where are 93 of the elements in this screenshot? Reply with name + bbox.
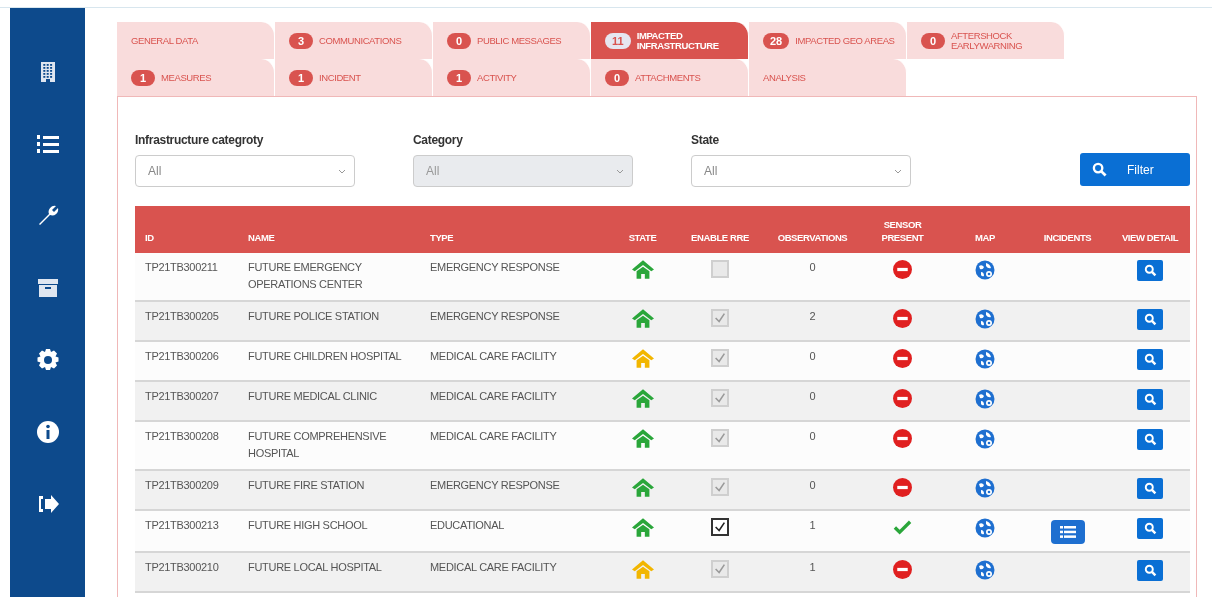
column-header: ID bbox=[135, 206, 238, 253]
checkmark-icon bbox=[713, 391, 727, 405]
column-header: NAME bbox=[238, 206, 420, 253]
search-icon bbox=[1143, 482, 1157, 495]
checkmark-icon bbox=[713, 431, 727, 445]
search-icon bbox=[1143, 433, 1157, 446]
column-header: STATE bbox=[610, 206, 675, 253]
column-header: ENABLE RRE bbox=[675, 206, 765, 253]
count-badge: 0 bbox=[921, 32, 945, 49]
info-icon[interactable] bbox=[35, 420, 60, 444]
globe-icon[interactable] bbox=[975, 518, 995, 538]
column-header: SENSOR PRESENT bbox=[860, 206, 945, 253]
search-icon bbox=[1143, 313, 1157, 326]
count-badge: 1 bbox=[131, 69, 155, 86]
filter-button[interactable]: Filter bbox=[1080, 153, 1190, 186]
checkmark-icon bbox=[713, 480, 727, 494]
tab[interactable]: 3 COMMUNICATIONS bbox=[275, 22, 433, 59]
table-cell: 1 bbox=[765, 552, 860, 592]
globe-icon[interactable] bbox=[975, 260, 995, 280]
tab[interactable]: 1 MEASURES bbox=[117, 59, 275, 96]
tab-label: IMPACTED GEO AREAS bbox=[795, 35, 895, 46]
tab[interactable]: 28 IMPACTED GEO AREAS bbox=[749, 22, 907, 59]
globe-icon[interactable] bbox=[975, 349, 995, 369]
count-badge: 1 bbox=[289, 69, 313, 86]
column-header: TYPE bbox=[420, 206, 610, 253]
table-cell: FUTURE LOCAL HOSPITAL bbox=[238, 552, 420, 592]
tab[interactable]: 0 AFTERSHOCK EARLYWARNING bbox=[907, 22, 1065, 59]
column-header: MAP bbox=[945, 206, 1025, 253]
search-icon bbox=[1143, 353, 1157, 366]
numbered-list-icon[interactable] bbox=[35, 132, 60, 156]
tab-label: GENERAL DATA bbox=[131, 35, 198, 46]
checkbox[interactable] bbox=[711, 518, 729, 536]
table-cell: TP21TB300210 bbox=[135, 552, 238, 592]
settings-icon[interactable] bbox=[35, 348, 60, 372]
globe-icon[interactable] bbox=[975, 309, 995, 329]
tab[interactable]: 0 ATTACHMENTS bbox=[591, 59, 749, 96]
table-cell: MEDICAL CARE FACILITY bbox=[420, 552, 610, 592]
view-detail-button[interactable] bbox=[1137, 478, 1163, 499]
tab[interactable]: 11 IMPACTED INFRASTRUCTURE bbox=[591, 22, 749, 59]
tab-label: MEASURES bbox=[161, 72, 212, 83]
count-badge: 3 bbox=[289, 32, 313, 49]
tab[interactable]: 1 INCIDENT bbox=[275, 59, 433, 96]
count-badge: 0 bbox=[447, 32, 471, 49]
view-detail-button[interactable] bbox=[1137, 429, 1163, 450]
count-badge: 0 bbox=[605, 69, 629, 86]
tab-label: ANALYSIS bbox=[763, 72, 806, 83]
tab-label: INCIDENT bbox=[319, 72, 361, 83]
checkmark-icon bbox=[713, 311, 727, 325]
globe-icon[interactable] bbox=[975, 478, 995, 498]
view-detail-button[interactable] bbox=[1137, 309, 1163, 330]
view-detail-button[interactable] bbox=[1137, 518, 1163, 539]
count-badge: 1 bbox=[447, 69, 471, 86]
tab-label: ATTACHMENTS bbox=[635, 72, 701, 83]
search-icon bbox=[1143, 264, 1157, 277]
select-field[interactable]: All bbox=[135, 155, 355, 187]
view-detail-button[interactable] bbox=[1137, 349, 1163, 370]
tab[interactable]: 0 PUBLIC MESSAGES bbox=[433, 22, 591, 59]
globe-icon[interactable] bbox=[975, 389, 995, 409]
search-icon bbox=[1143, 522, 1157, 535]
checkmark-icon bbox=[713, 351, 727, 365]
search-icon bbox=[1143, 564, 1157, 577]
column-header: OBSERVATIONS bbox=[765, 206, 860, 253]
tab-label: ACTIVITY bbox=[477, 72, 517, 83]
tab[interactable]: 1 ACTIVITY bbox=[433, 59, 591, 96]
tab-label: PUBLIC MESSAGES bbox=[477, 35, 562, 46]
count-badge: 28 bbox=[763, 32, 790, 49]
incidents-button[interactable] bbox=[1050, 520, 1085, 544]
column-header: VIEW DETAIL bbox=[1110, 206, 1190, 253]
list-icon bbox=[1059, 526, 1076, 538]
checkmark-icon bbox=[713, 520, 727, 534]
select-field[interactable]: All bbox=[691, 155, 911, 187]
chevron-down-icon bbox=[616, 168, 624, 174]
filter-label: Infrastructure categroty bbox=[135, 133, 265, 147]
checkmark-icon bbox=[713, 562, 727, 576]
search-icon bbox=[1143, 393, 1157, 406]
count-badge: 11 bbox=[605, 32, 631, 49]
tab[interactable]: ANALYSIS bbox=[749, 59, 907, 96]
tab-label: COMMUNICATIONS bbox=[319, 35, 402, 46]
tab[interactable]: GENERAL DATA bbox=[117, 22, 275, 59]
filter-label: State bbox=[691, 133, 720, 147]
filter-label: Category bbox=[413, 133, 464, 147]
view-detail-button[interactable] bbox=[1137, 260, 1163, 281]
tab-label: AFTERSHOCK EARLYWARNING bbox=[951, 31, 1024, 50]
chevron-down-icon bbox=[338, 168, 346, 174]
globe-icon[interactable] bbox=[975, 429, 995, 449]
tab-label: IMPACTED INFRASTRUCTURE bbox=[636, 31, 720, 50]
chevron-down-icon bbox=[894, 168, 902, 174]
view-detail-button[interactable] bbox=[1137, 389, 1163, 410]
globe-icon[interactable] bbox=[975, 560, 995, 580]
column-header: INCIDENTS bbox=[1025, 206, 1110, 253]
archive-box-icon[interactable] bbox=[35, 276, 60, 300]
search-icon bbox=[1092, 162, 1107, 177]
view-detail-button[interactable] bbox=[1137, 560, 1163, 581]
